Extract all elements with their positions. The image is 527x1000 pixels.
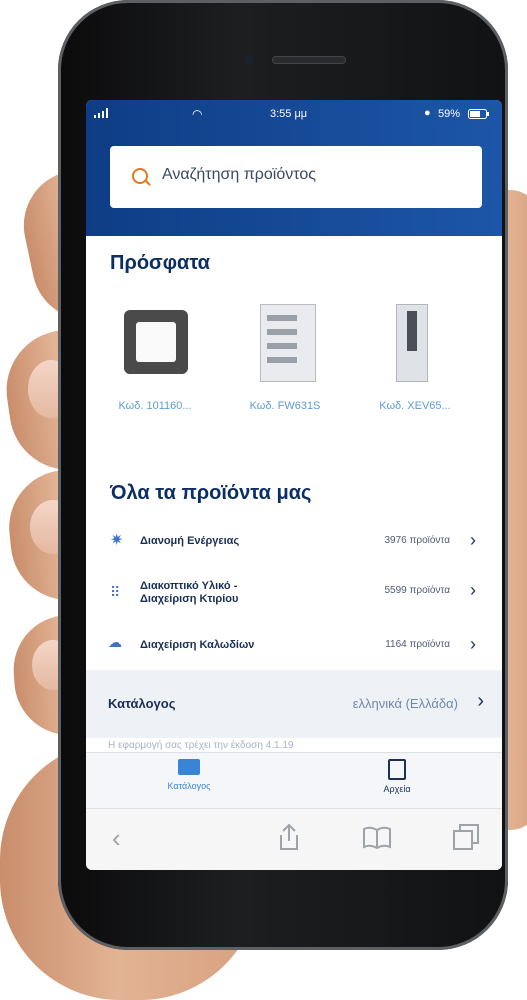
category-label-line1: Διακοπτικό Υλικό - (140, 580, 238, 592)
back-icon[interactable]: ‹ (112, 823, 121, 854)
category-count: 3976 προϊόντα (384, 535, 450, 546)
status-time: 3:55 μμ (270, 108, 308, 120)
speaker-grille (272, 56, 346, 64)
recent-item-label: Κωδ. 101160... (118, 400, 192, 412)
wifi-icon: ◠ (192, 107, 203, 121)
enclosure-image (396, 304, 428, 382)
category-label-line2: Διαχείριση Κτιρίου (140, 593, 239, 605)
recent-item-label: Κωδ. XEV65... (379, 400, 451, 412)
tab-label: Αρχεία (383, 784, 411, 794)
catalog-selector[interactable]: Κατάλογος ελληνικά (Ελλάδα) › (86, 670, 502, 738)
tab-files[interactable]: Αρχεία (352, 759, 442, 803)
search-input[interactable]: Αναζήτηση προϊόντος (110, 146, 482, 208)
phone-screen: ◠ 3:55 μμ ● 59% Αναζήτηση προϊόντος Πρόσ… (86, 100, 502, 870)
category-row-switching[interactable]: ⠿ Διακοπτικό Υλικό - Διαχείριση Κτιρίου … (104, 580, 484, 616)
category-label: Διανομή Ενέργειας (140, 535, 240, 547)
tab-catalog[interactable]: Κατάλογος (144, 759, 234, 803)
energy-distribution-icon: ✷ (110, 532, 124, 549)
switch-frame-image (124, 310, 188, 374)
bookmarks-icon[interactable] (362, 825, 392, 856)
search-placeholder: Αναζήτηση προϊόντος (162, 166, 316, 183)
recent-item[interactable]: Κωδ. 101160... (100, 304, 210, 434)
category-count: 5599 προϊόντα (384, 585, 450, 596)
status-bar: ◠ 3:55 μμ ● 59% (86, 107, 502, 122)
category-row-cables[interactable]: ☁ Διαχείριση Καλωδίων 1164 προϊόντα › (104, 634, 484, 670)
recent-title: Πρόσφατα (110, 252, 210, 274)
all-products-title: Όλα τα προϊόντα μας (110, 482, 312, 504)
browser-toolbar: ‹ (86, 808, 502, 870)
share-icon[interactable] (278, 823, 300, 858)
version-note: Η εφαρμογή σας τρέχει την έκδοση 4.1.19 (108, 740, 294, 751)
catalog-icon (178, 759, 200, 775)
search-icon (132, 168, 148, 184)
front-camera (244, 55, 254, 65)
distribution-cabinet-image (260, 304, 316, 382)
battery-lock-icon: ● (424, 107, 431, 119)
tab-bar: Κατάλογος Αρχεία (86, 752, 502, 809)
category-count: 1164 προϊόντα (385, 639, 450, 650)
catalog-label: Κατάλογος (108, 696, 176, 711)
cable-management-icon: ☁ (108, 634, 122, 650)
chevron-right-icon: › (470, 580, 476, 600)
category-row-energy[interactable]: ✷ Διανομή Ενέργειας 3976 προϊόντα › (104, 530, 484, 566)
signal-icon (94, 108, 108, 121)
recent-item[interactable]: Κωδ. XEV65... (360, 304, 470, 434)
recent-item-label: Κωδ. FW631S (249, 400, 321, 412)
tab-label: Κατάλογος (167, 781, 211, 791)
tabs-icon[interactable] (452, 823, 480, 858)
chevron-right-icon: › (477, 690, 484, 712)
recent-item[interactable]: Κωδ. FW631S (230, 304, 340, 434)
catalog-value: ελληνικά (Ελλάδα) (352, 696, 458, 711)
chevron-right-icon: › (470, 634, 476, 654)
chevron-right-icon: › (470, 530, 476, 550)
header-band: ◠ 3:55 μμ ● 59% Αναζήτηση προϊόντος (86, 100, 502, 236)
category-label: Διαχείριση Καλωδίων (140, 639, 255, 651)
battery-icon (468, 109, 490, 122)
switching-icon: ⠿ (110, 584, 121, 600)
document-icon (388, 759, 406, 780)
battery-percent: 59% (438, 108, 461, 120)
